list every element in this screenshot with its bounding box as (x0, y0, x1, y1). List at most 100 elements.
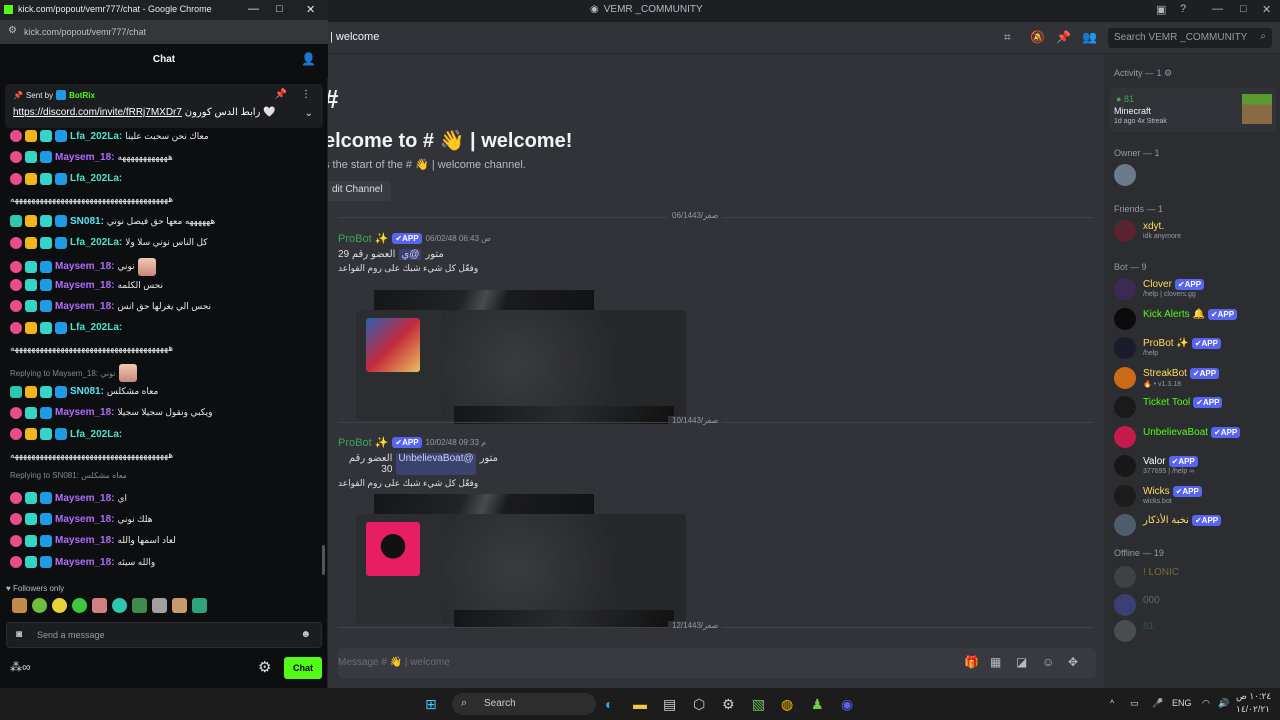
verified-badge-icon[interactable] (40, 215, 52, 228)
chat-username[interactable]: Lfa_202La: (70, 429, 122, 440)
verified-badge-icon[interactable] (25, 279, 37, 292)
member-bot[interactable]: Clover ✔APP/help | clovers.gg (1114, 276, 1274, 302)
edit-channel-button[interactable]: dit Channel (324, 181, 391, 201)
maximize-icon[interactable]: □ (1240, 3, 1247, 15)
chat-username[interactable]: SN081: (70, 216, 104, 227)
subscriber-badge-icon[interactable] (40, 260, 52, 273)
verified-badge-icon[interactable] (25, 406, 37, 419)
verified-badge-icon[interactable] (25, 260, 37, 273)
chrome-icon[interactable]: ◍ (781, 696, 793, 713)
users-icon[interactable]: 👤 (301, 52, 316, 66)
pinned-message[interactable]: 📌 Sent by BotRix https://discord.com/invit… (5, 84, 323, 128)
member-friend[interactable]: xdyt. idk anymore (1114, 218, 1274, 244)
member-bot[interactable]: ProBot ✨ ✔APP/help (1114, 335, 1274, 361)
gifter-badge-icon[interactable] (10, 279, 22, 292)
verified-badge-icon[interactable] (25, 300, 37, 313)
members-icon[interactable]: 👥 (1082, 30, 1097, 44)
subscriber-badge-icon[interactable] (40, 151, 52, 164)
subscriber-badge-icon[interactable] (40, 534, 52, 547)
gifter-badge-icon[interactable] (10, 260, 22, 273)
clock-date[interactable]: ١٤/٠٢/٢١ (1236, 704, 1270, 715)
game-app-icon[interactable]: ♟ (811, 696, 824, 713)
emote[interactable] (172, 598, 187, 613)
member-bot[interactable]: UnbelievaBoat ✔APP (1114, 424, 1274, 450)
file-explorer-icon[interactable]: ▬ (633, 696, 647, 712)
subscriber-badge-icon[interactable] (55, 321, 67, 334)
gifter-badge-icon[interactable] (10, 300, 22, 313)
more-options-icon[interactable]: ⋮ (301, 89, 311, 100)
image-app-icon[interactable]: ▧ (752, 696, 765, 713)
welcome-image-embed[interactable] (356, 494, 686, 628)
edge-icon[interactable]: ◐ (605, 696, 613, 712)
emote[interactable] (12, 598, 27, 613)
chat-username[interactable]: Maysem_18: (55, 152, 114, 163)
chat-username[interactable]: Lfa_202La: (70, 131, 122, 142)
subscriber-badge-icon[interactable] (40, 300, 52, 313)
member-offline[interactable]: ! LONIC (1114, 564, 1274, 590)
minimize-icon[interactable]: — (248, 3, 259, 15)
verified-badge-icon[interactable] (25, 556, 37, 568)
message-author[interactable]: ProBot ✨ (338, 436, 388, 449)
gifter-badge-icon[interactable] (10, 236, 22, 249)
member-bot[interactable]: Valor ✔APP 377695 | /help ∞ (1114, 453, 1274, 479)
chat-username[interactable]: Maysem_18: (55, 407, 114, 418)
verified-badge-icon[interactable] (25, 513, 37, 526)
chat-username[interactable]: Maysem_18: (55, 493, 114, 504)
emote[interactable] (132, 598, 147, 613)
gifter-badge-icon[interactable] (10, 172, 22, 185)
subscriber-badge-icon[interactable] (40, 556, 52, 568)
tray-chevron-icon[interactable]: ^ (1110, 698, 1114, 708)
close-icon[interactable]: ✕ (1262, 3, 1271, 16)
emote[interactable] (72, 598, 87, 613)
subscriber-badge-icon[interactable] (40, 279, 52, 292)
chevron-down-icon[interactable]: ⌄ (305, 108, 313, 119)
app-icon[interactable]: ⬡ (693, 696, 705, 713)
verified-badge-icon[interactable] (25, 492, 37, 505)
wifi-icon[interactable]: ◠ (1202, 698, 1210, 709)
inbox-icon[interactable]: ▣ (1156, 3, 1166, 16)
verified-badge-icon[interactable] (40, 236, 52, 249)
minimize-icon[interactable]: — (1212, 3, 1223, 15)
gifter-badge-icon[interactable] (10, 428, 22, 441)
taskbar-search[interactable]: ⌕ Search (452, 693, 596, 715)
server-search-input[interactable]: Search VEMR _COMMUNITY ⌕ (1108, 28, 1272, 48)
chat-input[interactable]: ◙ Send a message ☻ (6, 622, 322, 648)
crown-badge-icon[interactable] (25, 428, 37, 441)
chat-username[interactable]: Maysem_18: (55, 514, 114, 525)
subscriber-badge-icon[interactable] (40, 492, 52, 505)
send-chat-button[interactable]: Chat (284, 657, 322, 679)
chat-mode-icon[interactable]: ◙ (16, 629, 22, 640)
member-bot[interactable]: Ticket Tool ✔APP (1114, 394, 1274, 420)
member-offline[interactable]: 81 (1114, 618, 1274, 644)
gifter-badge-icon[interactable] (10, 513, 22, 526)
gifter-badge-icon[interactable] (10, 556, 22, 568)
subscriber-badge-icon[interactable] (40, 406, 52, 419)
emote[interactable] (152, 598, 167, 613)
mute-icon[interactable]: 🔕 (1030, 30, 1045, 44)
discord-invite-link[interactable]: https://discord.com/invite/fRRj7MXDr7 (13, 107, 182, 118)
subscriber-badge-icon[interactable] (55, 236, 67, 249)
gifter-badge-icon[interactable] (10, 321, 22, 334)
subscriber-badge-icon[interactable] (55, 172, 67, 185)
clock-time[interactable]: ١٠:٢٤ ص (1236, 691, 1271, 702)
crown-badge-icon[interactable] (25, 385, 37, 398)
chat-username[interactable]: Maysem_18: (55, 280, 114, 291)
botrix-name[interactable]: BotRix (69, 91, 95, 100)
verified-badge-icon[interactable] (40, 385, 52, 398)
message-input[interactable]: Message # 👋 | welcome 🎁 ▦ ◪ ☺ ✥ (338, 648, 1096, 678)
chat-message-list[interactable]: Lfa_202La: معاك نحن سحبت علينا Maysem_18: ه… (0, 130, 324, 575)
store-icon[interactable]: ▤ (663, 696, 676, 713)
threads-icon[interactable]: ⌗ (1004, 30, 1011, 45)
emote[interactable] (192, 598, 207, 613)
emoji-icon[interactable]: ☻ (300, 629, 311, 640)
sticker-icon[interactable]: ◪ (1016, 655, 1027, 669)
chat-username[interactable]: Maysem_18: (55, 261, 114, 272)
member-owner[interactable] (1114, 162, 1274, 188)
emoji-icon[interactable]: ☺ (1042, 655, 1054, 669)
gift-icon[interactable]: 🎁 (964, 655, 979, 669)
gifter-badge-icon[interactable] (10, 534, 22, 547)
member-bot[interactable]: نخبة الأذكار ✔APP (1114, 512, 1274, 538)
chat-username[interactable]: Maysem_18: (55, 557, 114, 568)
emote[interactable] (52, 598, 67, 613)
member-bot[interactable]: Kick Alerts 🔔 ✔APP (1114, 306, 1274, 332)
